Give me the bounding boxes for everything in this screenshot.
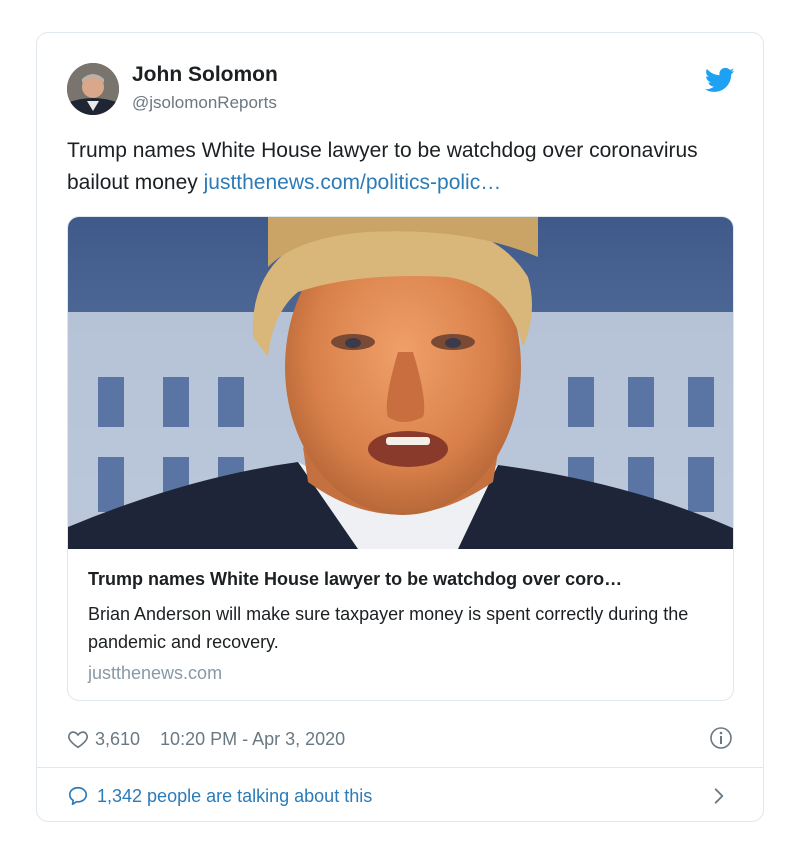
author-handle[interactable]: @jsolomonReports	[132, 93, 277, 113]
link-preview-card[interactable]: Trump names White House lawyer to be wat…	[67, 216, 734, 701]
tweet-meta: 3,610 10:20 PM - Apr 3, 2020	[67, 727, 345, 751]
chevron-right-icon[interactable]	[709, 786, 729, 806]
timestamp[interactable]: 10:20 PM - Apr 3, 2020	[160, 729, 345, 750]
like-count[interactable]: 3,610	[95, 729, 140, 750]
twitter-bird-icon[interactable]	[704, 65, 735, 95]
author-name[interactable]: John Solomon	[132, 63, 278, 87]
embedded-tweet-card: John Solomon @jsolomonReports Trump name…	[36, 32, 764, 822]
tweet-link[interactable]: justthenews.com/politics-polic…	[204, 171, 502, 194]
tweet-text: Trump names White House lawyer to be wat…	[67, 135, 727, 199]
divider	[37, 767, 763, 768]
speech-bubble-icon	[68, 786, 88, 806]
link-preview-image[interactable]	[68, 217, 733, 549]
link-preview-domain: justthenews.com	[88, 663, 223, 683]
link-preview-description: Brian Anderson will make sure taxpayer m…	[88, 604, 689, 652]
talking-count[interactable]: 1,342 people are talking about this	[97, 786, 372, 807]
conversation-link[interactable]: 1,342 people are talking about this	[67, 783, 372, 809]
avatar[interactable]	[67, 63, 119, 115]
heart-icon[interactable]	[67, 728, 89, 750]
link-preview-title[interactable]: Trump names White House lawyer to be wat…	[88, 569, 715, 590]
info-icon[interactable]	[709, 726, 733, 750]
